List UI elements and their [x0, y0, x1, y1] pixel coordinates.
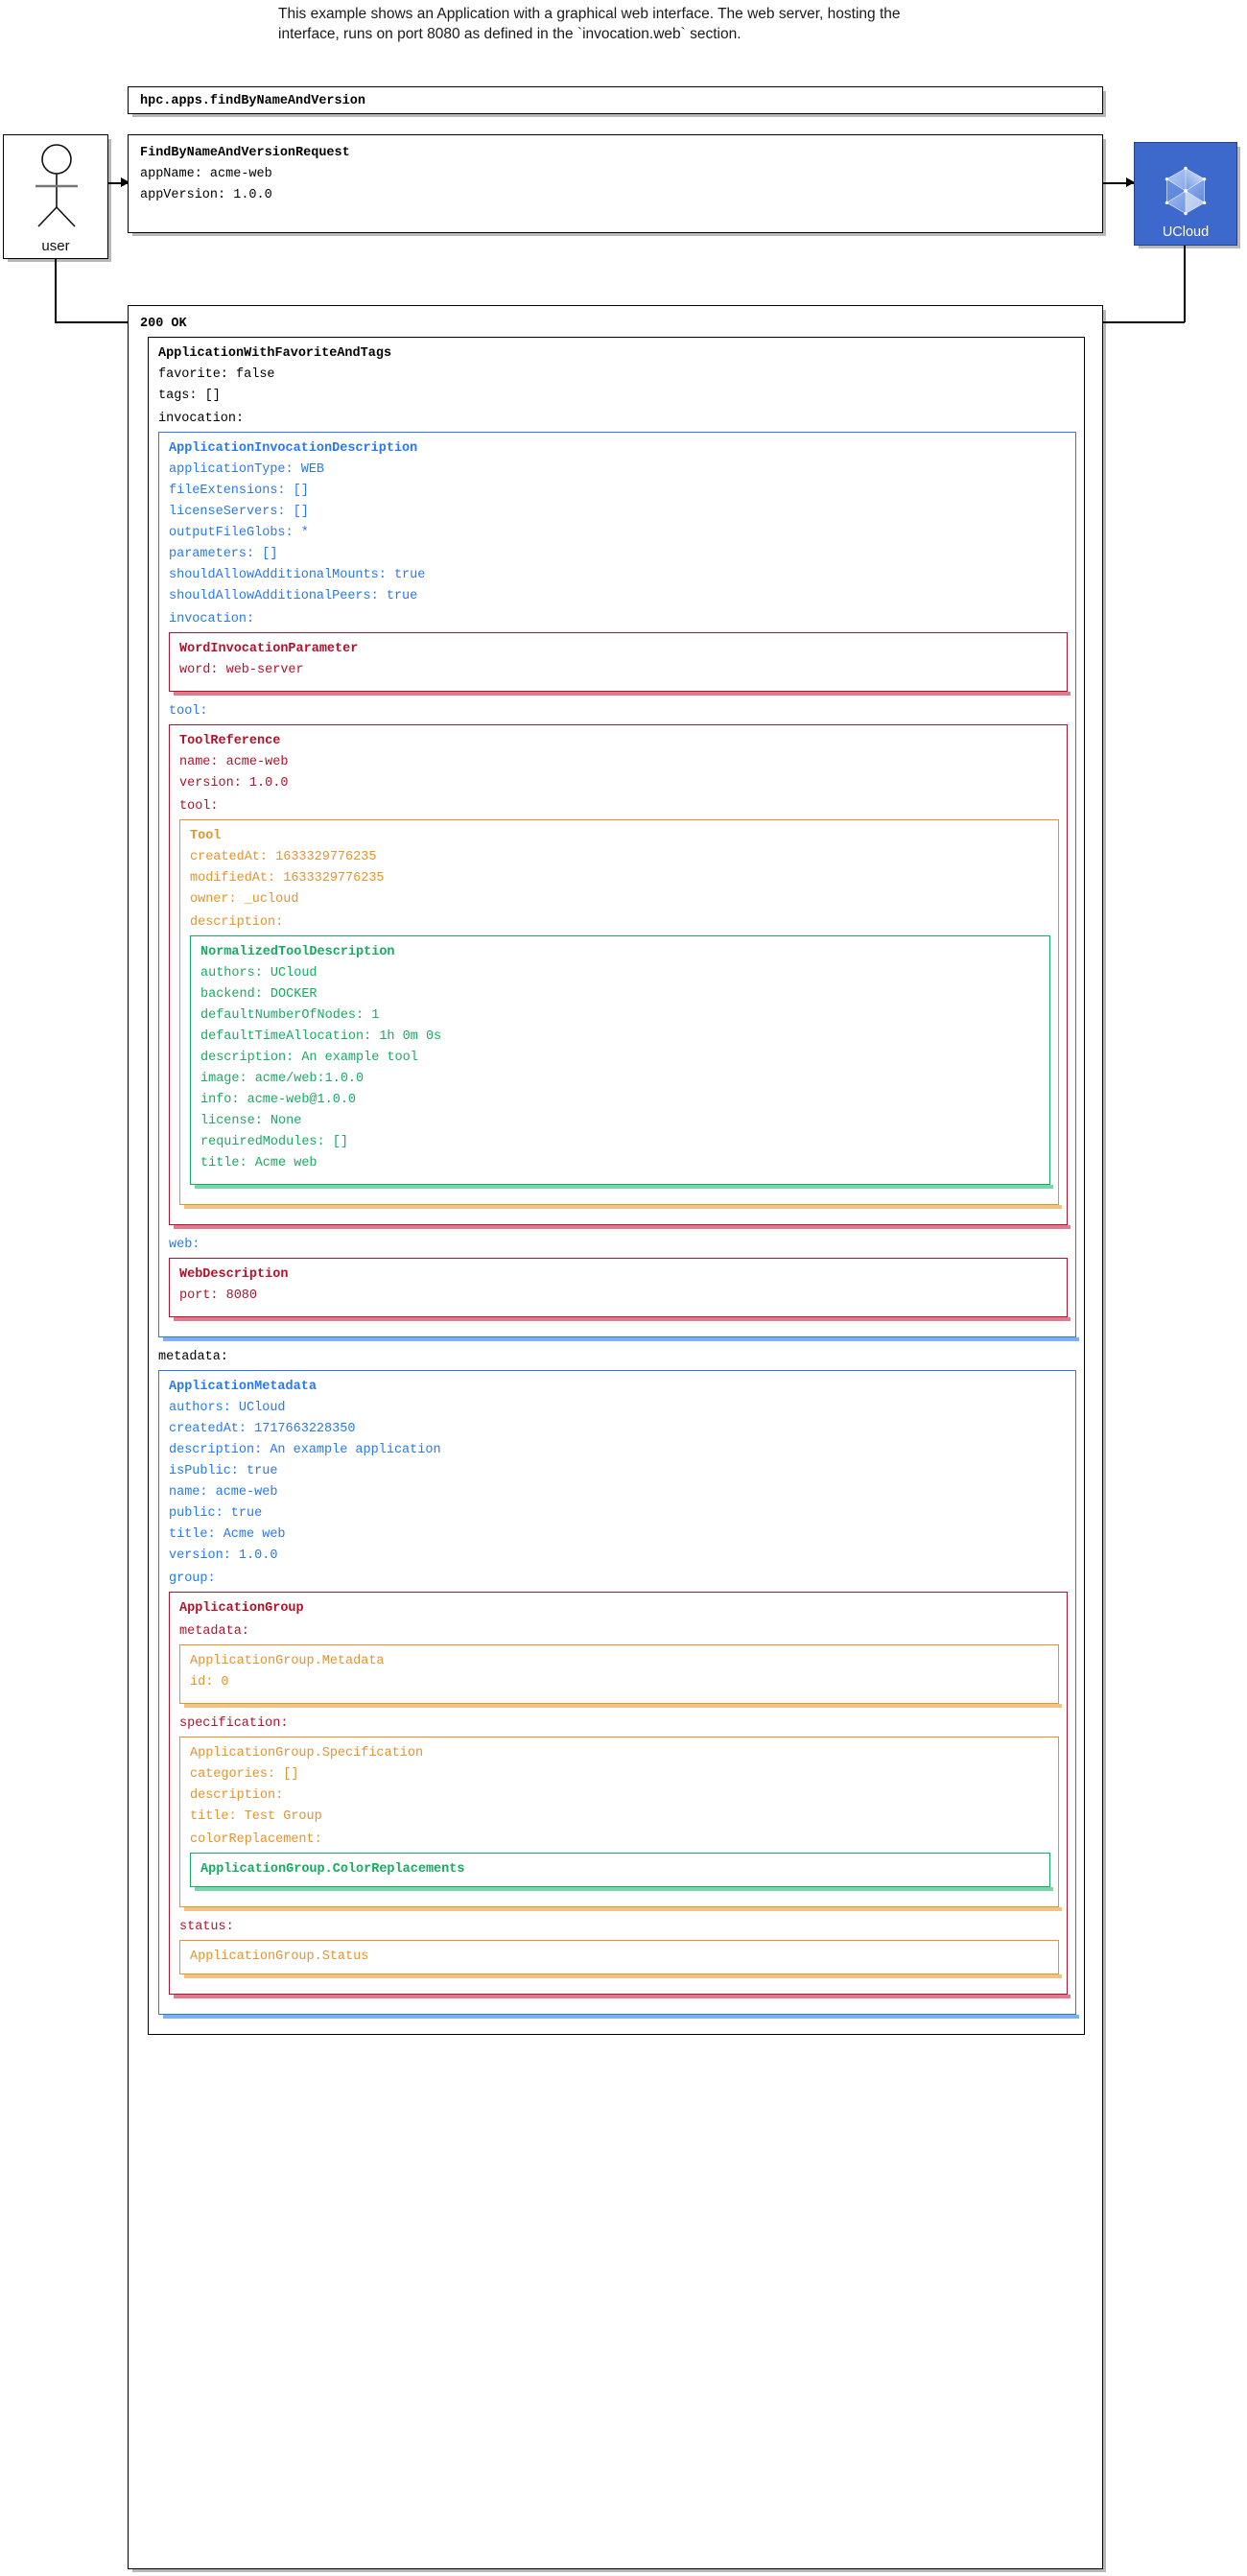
field-created-at: createdAt: 1717663228350 — [169, 1422, 356, 1436]
tool-label: tool: — [169, 704, 208, 719]
ucloud-logo-icon — [1165, 166, 1207, 216]
field-authors: authors: UCloud — [200, 966, 318, 981]
field-should-allow-additional-peers: shouldAllowAdditionalPeers: true — [169, 589, 418, 603]
application-group-color-replacements-block: ApplicationGroup.ColorReplacements — [190, 1853, 1053, 1891]
field-license-servers: licenseServers: [] — [169, 505, 309, 519]
nested-invocation-label: invocation: — [169, 612, 255, 626]
normalized-tool-description-block: NormalizedToolDescription authors: UClou… — [190, 935, 1053, 1189]
application-group-status-block: ApplicationGroup.Status — [179, 1940, 1062, 1978]
response-status: 200 OK — [140, 317, 187, 331]
block-type: NormalizedToolDescription — [200, 945, 395, 959]
connector-ucloud-down — [1184, 246, 1186, 322]
field-owner: owner: _ucloud — [190, 892, 299, 907]
block-type: ApplicationInvocationDescription — [169, 441, 418, 456]
description-label: description: — [190, 915, 284, 930]
field-title: title: Test Group — [190, 1809, 322, 1824]
connector-response-to-user-horizontal — [55, 321, 129, 323]
metadata-label: metadata: — [158, 1350, 228, 1364]
field-name: name: acme-web — [169, 1485, 278, 1500]
field-default-time-allocation: defaultTimeAllocation: 1h 0m 0s — [200, 1029, 442, 1044]
field-id: id: 0 — [190, 1675, 229, 1690]
request-box: FindByNameAndVersionRequest appName: acm… — [128, 134, 1103, 233]
field-info: info: acme-web@1.0.0 — [200, 1093, 357, 1107]
tool-reference-block: ToolReference name: acme-web version: 1.… — [169, 724, 1071, 1229]
block-type: WebDescription — [179, 1267, 289, 1282]
field-description: description: An example application — [169, 1443, 441, 1457]
field-modified-at: modifiedAt: 1633329776235 — [190, 871, 385, 886]
block-type: ApplicationGroup.Status — [190, 1950, 369, 1964]
invocation-label: invocation: — [158, 412, 245, 426]
field-image: image: acme/web:1.0.0 — [200, 1072, 365, 1086]
application-metadata-block: ApplicationMetadata authors: UCloud crea… — [158, 1370, 1079, 2019]
field-description: description: — [190, 1788, 284, 1803]
application-group-specification-block: ApplicationGroup.Specification categorie… — [179, 1737, 1062, 1911]
group-status-label: status: — [179, 1920, 234, 1934]
nested-tool-label: tool: — [179, 799, 219, 814]
stick-figure-icon — [35, 144, 78, 227]
request-field: appName: acme-web — [140, 167, 272, 181]
tool-block: Tool createdAt: 1633329776235 modifiedAt… — [179, 819, 1062, 1209]
field-required-modules: requiredModules: [] — [200, 1135, 348, 1149]
field-output-file-globs: outputFileGlobs: * — [169, 526, 309, 540]
word-invocation-parameter-block: WordInvocationParameter word: web-server — [169, 632, 1071, 696]
diagram-caption: This example shows an Application with a… — [278, 4, 969, 44]
field-parameters: parameters: [] — [169, 547, 278, 561]
response-field: favorite: false — [158, 367, 275, 382]
response-type: ApplicationWithFavoriteAndTags — [158, 346, 392, 361]
field-created-at: createdAt: 1633329776235 — [190, 850, 377, 864]
field-public: public: true — [169, 1506, 263, 1521]
field-backend: backend: DOCKER — [200, 987, 318, 1002]
application-invocation-description-block: ApplicationInvocationDescription applica… — [158, 432, 1079, 1341]
system-ucloud: UCloud — [1134, 142, 1237, 246]
field-categories: categories: [] — [190, 1767, 299, 1782]
application-group-metadata-block: ApplicationGroup.Metadata id: 0 — [179, 1644, 1062, 1708]
block-type: ApplicationGroup.Metadata — [190, 1654, 385, 1668]
field-is-public: isPublic: true — [169, 1464, 278, 1478]
caption-line-2: interface, runs on port 8080 as defined … — [278, 26, 741, 42]
color-replacement-label: colorReplacement: — [190, 1832, 322, 1847]
field-should-allow-additional-mounts: shouldAllowAdditionalMounts: true — [169, 568, 426, 582]
field-description: description: An example tool — [200, 1051, 418, 1065]
connector-ucloud-to-response — [1094, 321, 1185, 323]
field-authors: authors: UCloud — [169, 1401, 286, 1415]
block-type: Tool — [190, 829, 222, 843]
field-application-type: applicationType: WEB — [169, 462, 325, 477]
web-description-block: WebDescription port: 8080 — [169, 1258, 1071, 1321]
actor-user: user — [3, 134, 108, 259]
response-payload-block: ApplicationWithFavoriteAndTags favorite:… — [148, 337, 1085, 2035]
field-name: name: acme-web — [179, 755, 289, 769]
system-label: UCloud — [1162, 225, 1210, 240]
field-word: word: web-server — [179, 663, 304, 677]
block-type: ApplicationGroup.ColorReplacements — [200, 1862, 465, 1877]
field-version: version: 1.0.0 — [179, 776, 289, 791]
block-type: ApplicationMetadata — [169, 1380, 317, 1394]
web-label: web: — [169, 1238, 200, 1252]
request-type: FindByNameAndVersionRequest — [140, 146, 350, 160]
field-title: title: Acme web — [169, 1527, 286, 1542]
call-name-box: hpc.apps.findByNameAndVersion — [128, 86, 1103, 114]
actor-label: user — [41, 238, 70, 254]
group-label: group: — [169, 1572, 216, 1586]
field-license: license: None — [200, 1114, 302, 1128]
caption-line-1: This example shows an Application with a… — [278, 6, 901, 22]
group-metadata-label: metadata: — [179, 1624, 249, 1639]
block-type: WordInvocationParameter — [179, 642, 359, 656]
connector-response-to-user-vertical — [55, 259, 57, 322]
request-field: appVersion: 1.0.0 — [140, 188, 272, 202]
block-type: ToolReference — [179, 734, 281, 748]
block-type: ApplicationGroup.Specification — [190, 1746, 424, 1761]
response-box: 200 OK ApplicationWithFavoriteAndTags fa… — [128, 305, 1103, 2569]
field-default-number-of-nodes: defaultNumberOfNodes: 1 — [200, 1008, 380, 1023]
call-name: hpc.apps.findByNameAndVersion — [140, 94, 365, 108]
group-specification-label: specification: — [179, 1716, 289, 1731]
field-file-extensions: fileExtensions: [] — [169, 484, 309, 498]
field-title: title: Acme web — [200, 1156, 318, 1170]
field-port: port: 8080 — [179, 1288, 258, 1303]
field-version: version: 1.0.0 — [169, 1548, 278, 1563]
application-group-block: ApplicationGroup metadata: ApplicationGr… — [169, 1592, 1071, 1998]
response-field: tags: [] — [158, 389, 221, 403]
block-type: ApplicationGroup — [179, 1601, 304, 1616]
